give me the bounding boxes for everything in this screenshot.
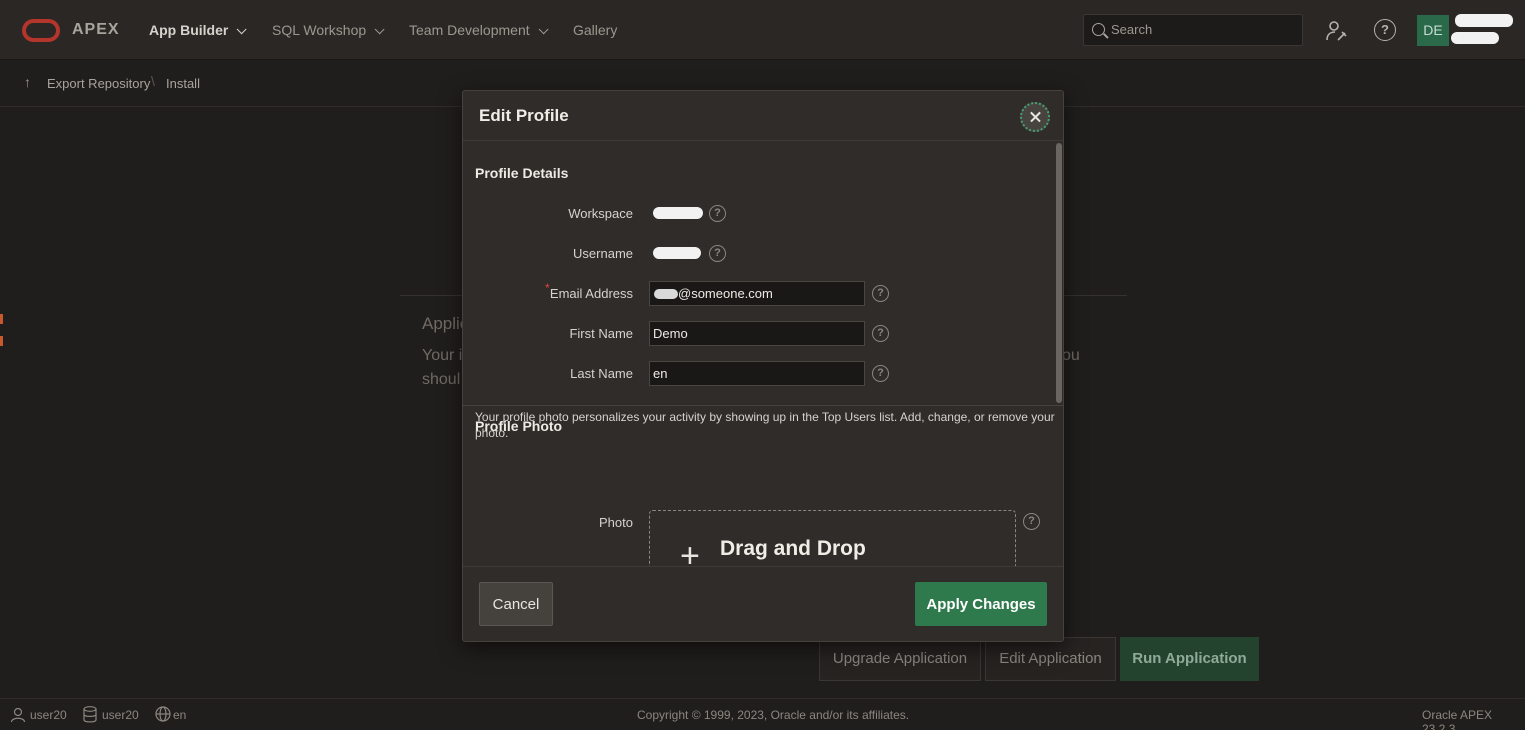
email-field[interactable] — [649, 281, 865, 306]
database-icon — [83, 706, 97, 723]
user-wrench-icon — [1326, 21, 1347, 41]
last-name-field[interactable] — [649, 361, 865, 386]
footer-version: Oracle APEX 23.2.3 — [1422, 708, 1493, 730]
nav-team-development[interactable]: Team Development — [409, 22, 549, 38]
search-input[interactable] — [1111, 22, 1291, 37]
username-label: Username — [573, 246, 633, 261]
search-icon — [1092, 23, 1105, 36]
help-icon[interactable]: ? — [709, 205, 726, 222]
redacted-user-name[interactable] — [1455, 14, 1513, 27]
help-icon[interactable]: ? — [872, 365, 889, 382]
dialog-body[interactable]: Profile Details Workspace ? Username ? *… — [463, 141, 1063, 566]
footer: user20 user20 en Copyright © 1999, 2023,… — [0, 698, 1525, 730]
nav-app-builder[interactable]: App Builder — [149, 22, 247, 38]
help-icon[interactable]: ? — [872, 285, 889, 302]
plus-icon: + — [680, 537, 700, 566]
close-icon[interactable] — [1020, 102, 1050, 132]
breadcrumb-install: Install — [166, 76, 200, 91]
photo-dropzone[interactable]: + Drag and Drop — [649, 510, 1016, 566]
background-text-tail: ou — [1062, 347, 1080, 364]
help-icon[interactable]: ? — [872, 325, 889, 342]
user-icon — [10, 707, 26, 723]
dialog-scrollbar[interactable] — [1056, 143, 1062, 403]
photo-label: Photo — [599, 515, 633, 530]
oracle-logo-icon[interactable] — [22, 19, 60, 42]
section-divider — [463, 405, 1063, 406]
nav-team-development-label: Team Development — [409, 22, 530, 38]
redacted-workspace-value — [653, 207, 703, 219]
required-indicator: * — [545, 281, 550, 295]
run-application-button[interactable]: Run Application — [1120, 637, 1259, 681]
help-icon[interactable]: ? — [1023, 513, 1040, 530]
help-icon[interactable]: ? — [709, 245, 726, 262]
side-marker — [0, 336, 3, 346]
profile-photo-description: Your profile photo personalizes your act… — [475, 410, 1055, 440]
top-navigation-bar: APEX App Builder SQL Workshop Team Devel… — [0, 0, 1525, 60]
dropzone-text: Drag and Drop — [720, 537, 866, 560]
email-label-text: Email Address — [549, 286, 633, 301]
workspace-label: Workspace — [568, 206, 633, 221]
dialog-footer: Cancel Apply Changes — [463, 566, 1063, 642]
redacted-username-value — [653, 247, 701, 259]
email-label: * Email Address — [463, 281, 633, 301]
breadcrumb-separator: \ — [151, 73, 155, 89]
edit-application-button[interactable]: Edit Application — [985, 637, 1116, 681]
nav-gallery-label: Gallery — [573, 22, 618, 38]
nav-sql-workshop-label: SQL Workshop — [272, 22, 367, 38]
dialog-title: Edit Profile — [479, 106, 569, 125]
background-text-line: Your i — [422, 347, 463, 364]
administration-icon[interactable] — [1325, 19, 1347, 41]
upgrade-application-button[interactable]: Upgrade Application — [819, 637, 981, 681]
footer-copyright: Copyright © 1999, 2023, Oracle and/or it… — [637, 708, 910, 722]
redacted-workspace-name — [1451, 32, 1499, 44]
chevron-down-icon — [538, 24, 549, 35]
first-name-field[interactable] — [649, 321, 865, 346]
chevron-down-icon — [237, 24, 247, 35]
chevron-down-icon — [374, 24, 385, 35]
arrow-up-icon[interactable]: ↑ — [24, 74, 31, 90]
breadcrumb-export-repository[interactable]: Export Repository — [47, 76, 150, 91]
nav-app-builder-label: App Builder — [149, 22, 229, 38]
last-name-label: Last Name — [570, 366, 633, 381]
footer-user[interactable]: user20 — [30, 708, 67, 722]
side-marker — [0, 314, 3, 324]
dialog-header: Edit Profile — [463, 91, 1063, 141]
edit-profile-dialog: Edit Profile Profile Details Workspace ?… — [462, 90, 1064, 642]
help-icon[interactable]: ? — [1374, 19, 1396, 41]
footer-language[interactable]: en — [173, 708, 186, 722]
first-name-label: First Name — [569, 326, 633, 341]
background-text-line: shoul — [422, 371, 461, 388]
search-box — [1083, 14, 1303, 46]
apex-brand[interactable]: APEX — [72, 21, 120, 39]
footer-schema[interactable]: user20 — [102, 708, 139, 722]
avatar[interactable]: DE — [1417, 15, 1449, 46]
redacted-email-prefix — [654, 289, 678, 299]
nav-gallery[interactable]: Gallery — [573, 22, 617, 38]
profile-details-title: Profile Details — [475, 165, 569, 181]
globe-icon — [155, 706, 171, 722]
apply-changes-button[interactable]: Apply Changes — [915, 582, 1047, 626]
nav-sql-workshop[interactable]: SQL Workshop — [272, 22, 385, 38]
cancel-button[interactable]: Cancel — [479, 582, 553, 626]
